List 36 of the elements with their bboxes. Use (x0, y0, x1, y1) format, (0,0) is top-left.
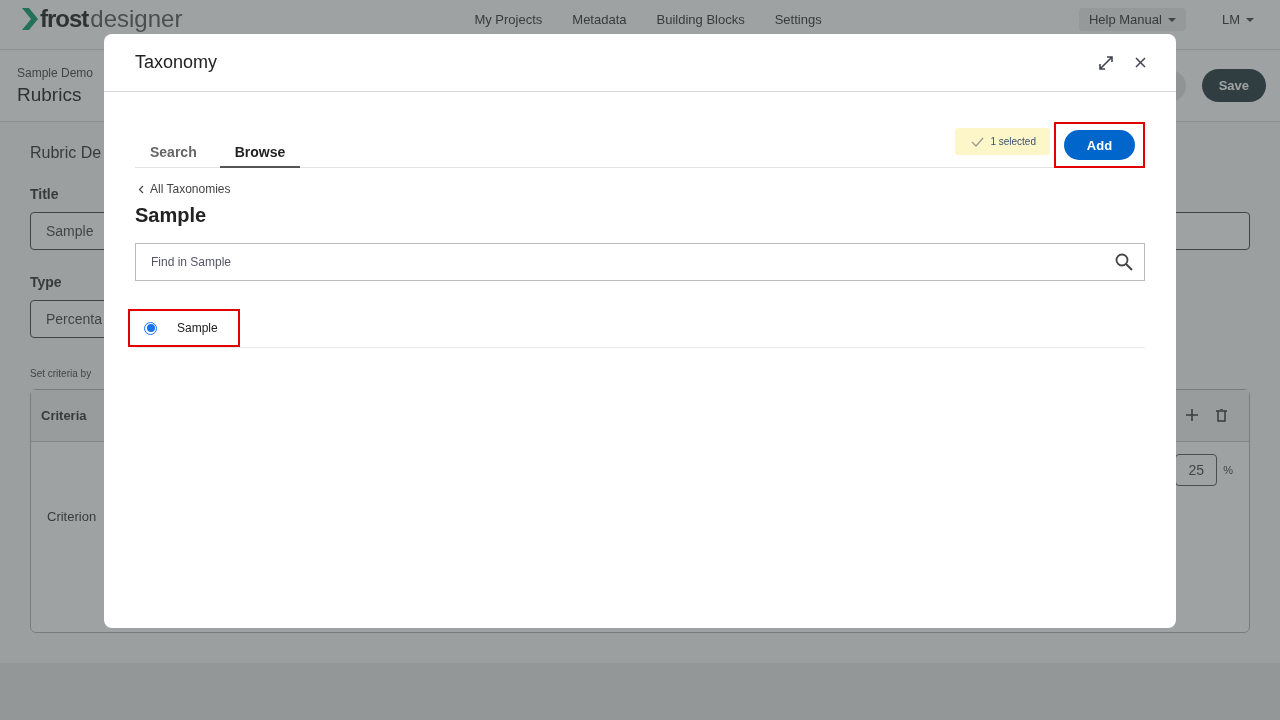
chevron-left-icon (138, 184, 144, 194)
hint-text: Set criteria by (30, 368, 92, 379)
user-menu-button[interactable]: LM (1215, 11, 1260, 28)
tab[interactable]: Browse (219, 138, 300, 168)
trash-icon[interactable] (1216, 409, 1227, 422)
field-label: Title (30, 186, 59, 202)
logo[interactable]: frostdesigner (22, 6, 183, 32)
logo-text: frost (40, 6, 89, 32)
nav-link[interactable]: Metadata (572, 12, 627, 27)
close-icon[interactable] (1135, 57, 1146, 68)
field-label: Type (30, 274, 62, 290)
search-icon[interactable] (1115, 253, 1133, 271)
help-menu-button[interactable]: Help Manual (1078, 8, 1186, 31)
taxonomy-heading: Sample (135, 204, 208, 227)
column-header: Criteria (41, 408, 87, 423)
add-button[interactable]: Add (1064, 130, 1135, 160)
nav-link[interactable]: Building Blocks (656, 12, 745, 27)
nav-link[interactable]: My Projects (474, 12, 543, 27)
chevron-logo-icon (22, 8, 38, 30)
section-title: Rubric De (30, 144, 102, 162)
selection-count: 1 selected (990, 136, 1036, 147)
plus-icon[interactable] (1186, 409, 1198, 421)
search-field[interactable]: Find in Sample (135, 243, 1145, 281)
back-link[interactable]: All Taxonomies (138, 182, 1145, 196)
nav-link[interactable]: Settings (774, 12, 822, 27)
expand-icon[interactable] (1099, 55, 1113, 70)
save-button[interactable]: Save (1201, 69, 1266, 102)
breadcrumb: Sample Demo (17, 65, 94, 80)
page-title: Rubrics (17, 83, 83, 106)
taxonomy-option[interactable]: Sample (130, 311, 238, 345)
check-icon (971, 136, 985, 147)
tab[interactable]: Search (135, 138, 212, 168)
dialog-title: Taxonomy (135, 52, 218, 73)
table-cell: Criterion (47, 509, 97, 524)
logo-text: designer (90, 6, 183, 32)
unit-label: % (1223, 464, 1233, 476)
